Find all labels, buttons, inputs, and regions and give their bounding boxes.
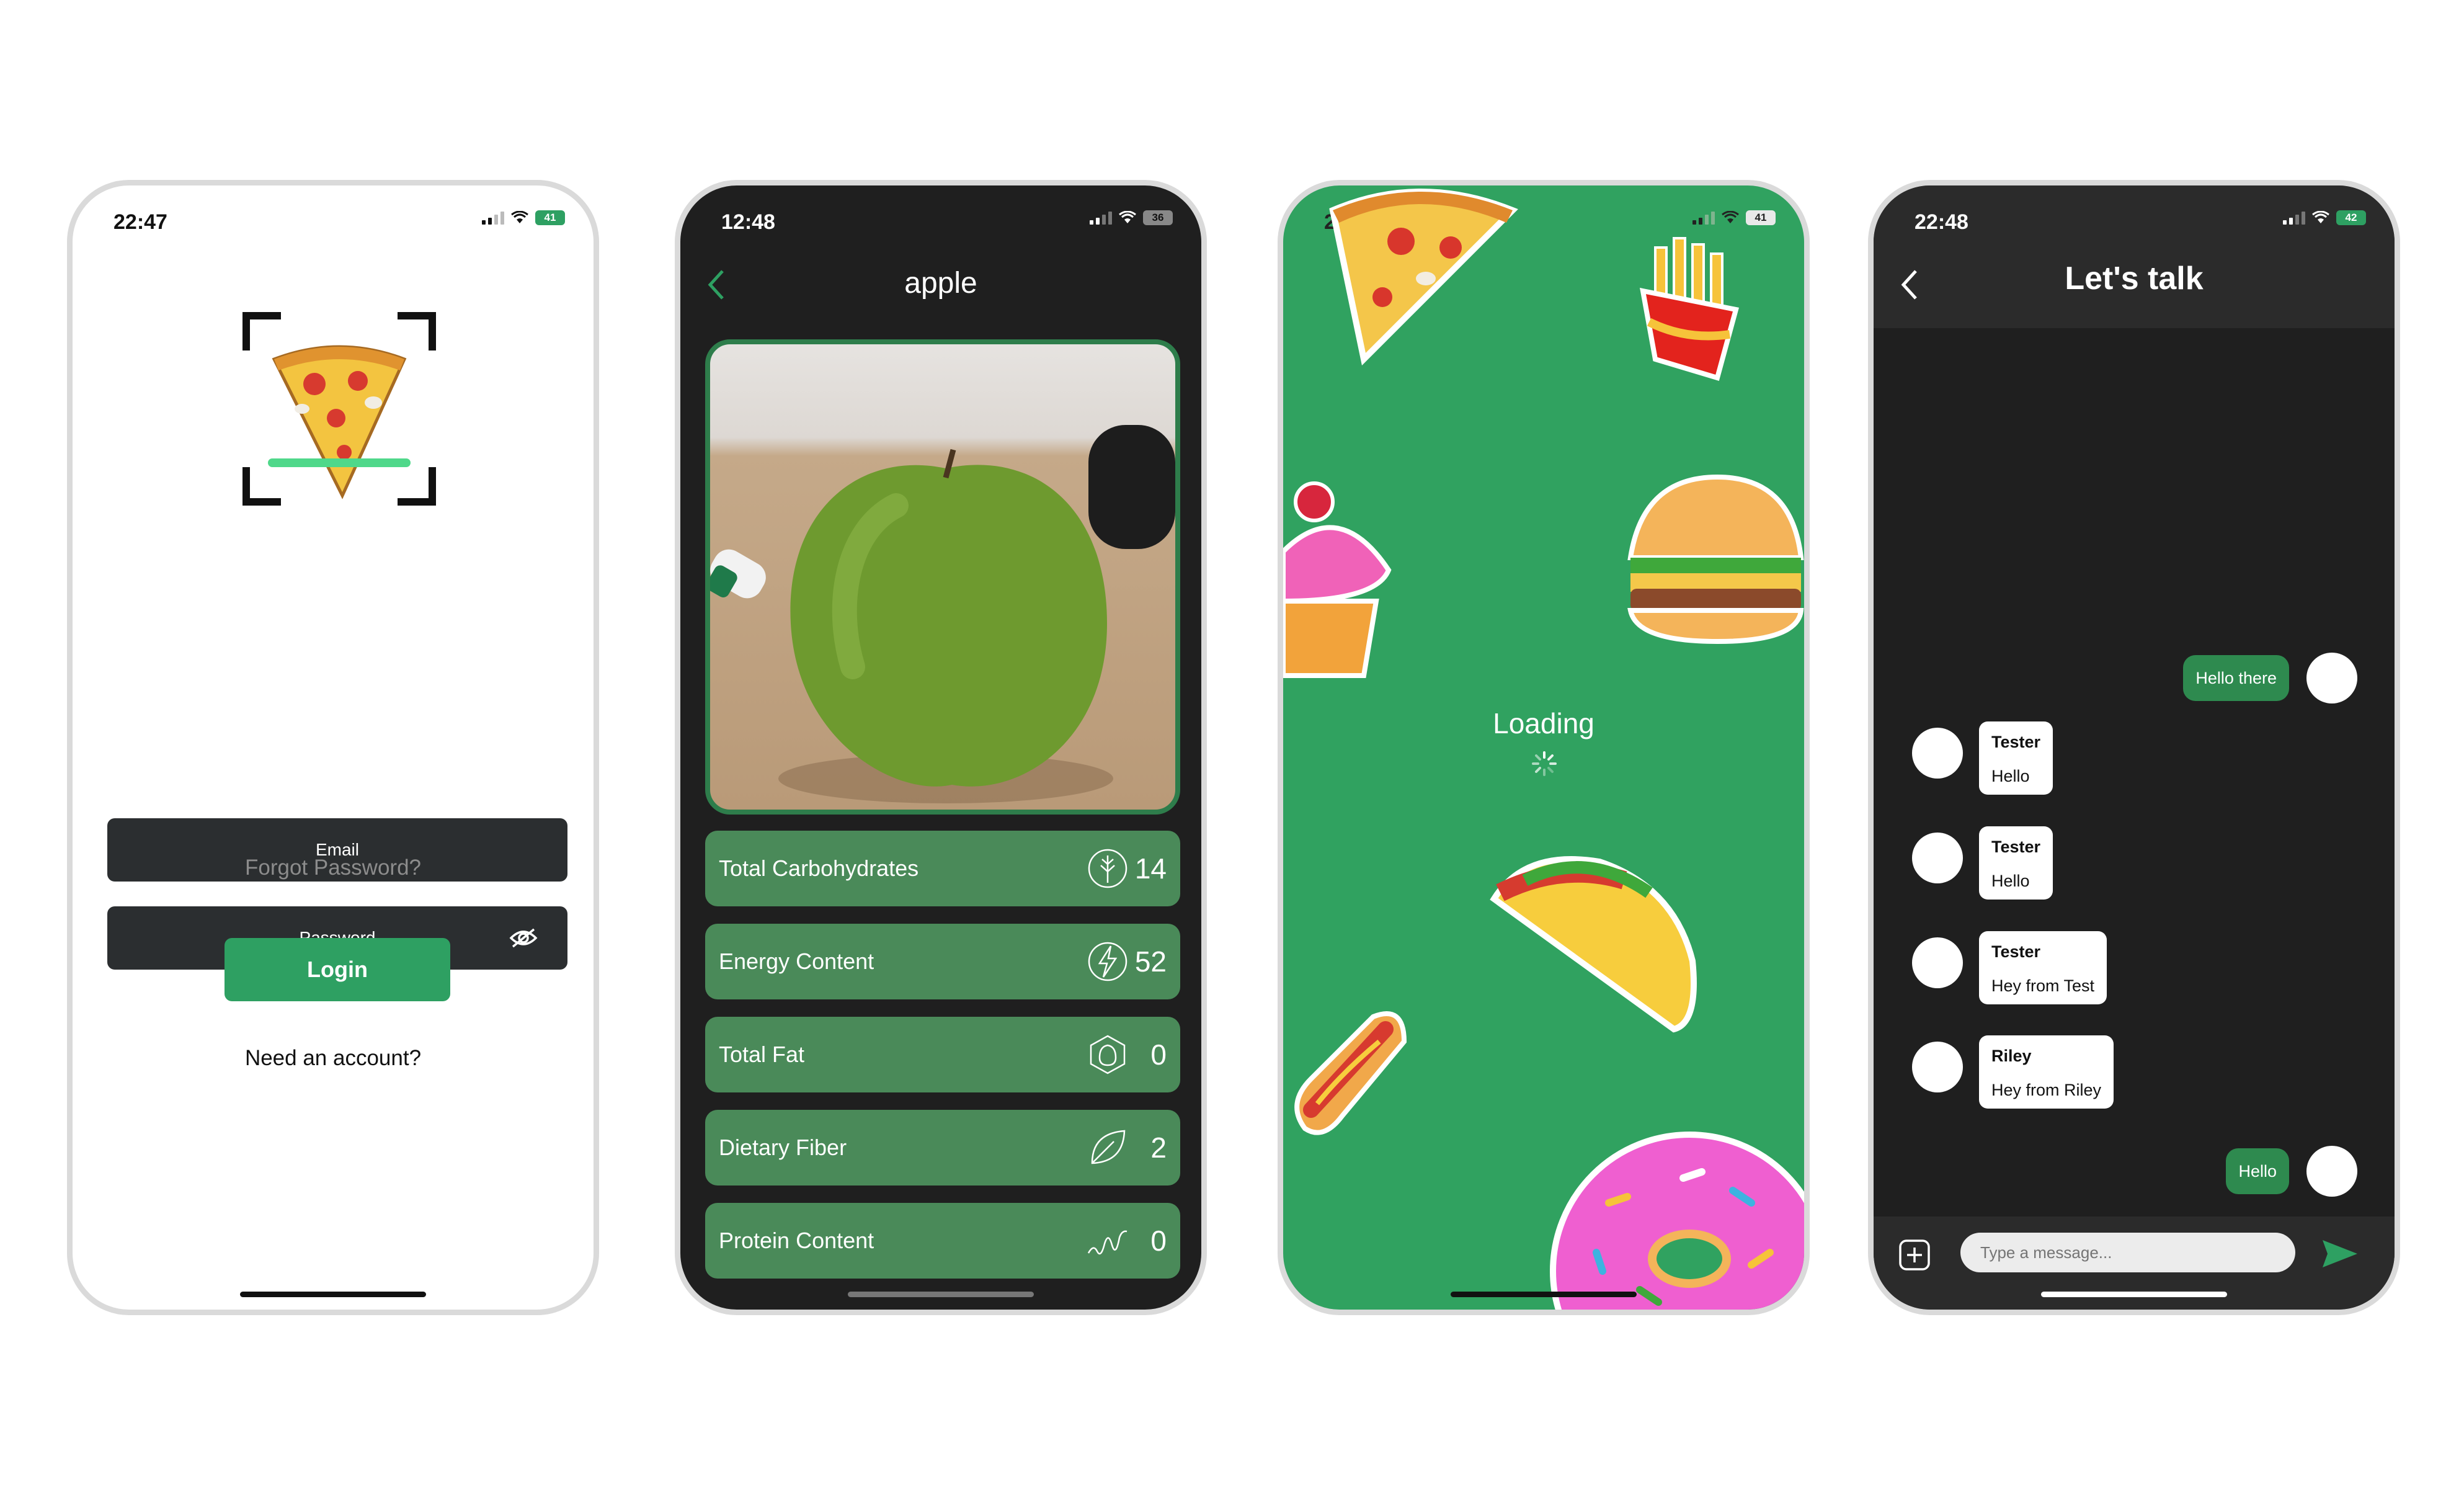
login-button[interactable]: Login — [225, 938, 450, 1001]
home-indicator — [240, 1292, 426, 1297]
wifi-icon — [511, 211, 528, 223]
home-indicator — [2041, 1292, 2227, 1297]
signal-icon — [1692, 211, 1715, 225]
pizza-sticker — [1329, 189, 1518, 365]
leaf-icon — [1091, 1130, 1126, 1164]
burger-sticker — [1627, 474, 1804, 645]
home-indicator — [1451, 1292, 1637, 1297]
grain-icon — [1088, 849, 1127, 888]
fries-sticker — [1640, 237, 1739, 382]
nutrient-label: Protein Content — [719, 1228, 874, 1253]
apple-image — [710, 425, 1175, 803]
cupcake-sticker — [1283, 481, 1392, 678]
need-account-link[interactable]: Need an account? — [73, 1046, 594, 1071]
sender-name: Riley — [1991, 1047, 2032, 1065]
nutrient-value: 0 — [1150, 1038, 1167, 1071]
battery-icon: 36 — [1143, 210, 1173, 225]
my-message-bubble: Hello there — [2183, 655, 2289, 701]
status-icons: 41 — [482, 210, 565, 225]
nutrient-label: Total Carbohydrates — [719, 855, 919, 881]
message-text: Hello — [1991, 767, 2030, 785]
status-time: 12:48 — [721, 210, 775, 234]
page-title: Let's talk — [2065, 261, 2204, 297]
wifi-icon — [1119, 211, 1136, 223]
send-icon[interactable] — [2321, 1238, 2359, 1270]
message-bubble: Tester Hello — [1979, 721, 2053, 795]
nutrient-row-fiber: Dietary Fiber 2 — [705, 1110, 1180, 1186]
message-text: Hello — [1991, 872, 2030, 890]
sender-name: Tester — [1991, 942, 2041, 961]
nutrient-label: Energy Content — [719, 949, 874, 974]
sender-name: Tester — [1991, 733, 2041, 751]
my-message-bubble: Hello — [2226, 1148, 2289, 1194]
status-bar: 22:48 42 — [1874, 185, 2395, 260]
chat-header: 22:48 42 Let's talk — [1874, 185, 2395, 328]
protein-icon — [1087, 1230, 1127, 1255]
hotdog-sticker — [1294, 1011, 1407, 1135]
spinner-icon — [1532, 751, 1557, 776]
avatar — [1912, 937, 1963, 988]
page-title: apple — [904, 267, 977, 300]
sender-name: Tester — [1991, 837, 2041, 856]
status-time: 22:47 — [113, 210, 167, 234]
signal-icon — [2283, 211, 2305, 225]
avatar — [2306, 653, 2357, 703]
message-text: Hey from Test — [1991, 976, 2095, 995]
message-text: Hello there — [2195, 669, 2277, 687]
loading-text: Loading — [1493, 707, 1594, 739]
taco-sticker — [1490, 856, 1697, 1033]
nutrient-value: 0 — [1150, 1225, 1167, 1257]
nutrient-value: 52 — [1134, 945, 1167, 978]
wifi-icon — [2312, 211, 2329, 223]
lightning-icon — [1088, 942, 1127, 981]
status-icons: 41 — [1692, 210, 1776, 225]
status-icons: 42 — [2283, 210, 2366, 225]
message-text: Hey from Riley — [1991, 1081, 2102, 1099]
login-screen: 22:47 41 Email Password Forgot Password?… — [67, 180, 599, 1315]
battery-icon: 42 — [2336, 210, 2366, 225]
add-attachment-icon[interactable] — [1898, 1239, 1931, 1271]
status-bar: 22:47 41 — [73, 185, 594, 260]
nutrient-row-energy: Energy Content 52 — [705, 924, 1180, 999]
message-bubble: Tester Hello — [1979, 826, 2053, 900]
status-bar: 12:48 36 — [680, 185, 1201, 260]
nutrition-screen: 12:48 36 apple Total Carbohydrates 14 En… — [675, 180, 1207, 1315]
wifi-icon — [1722, 211, 1739, 223]
loading-screen: 22:48 41 Loading — [1278, 180, 1810, 1315]
pizza-scan-logo — [242, 312, 436, 506]
nutrient-label: Dietary Fiber — [719, 1135, 847, 1160]
donut-sticker — [1550, 1132, 1804, 1310]
message-bubble: Tester Hey from Test — [1979, 931, 2107, 1004]
battery-icon: 41 — [1746, 210, 1776, 225]
status-icons: 36 — [1090, 210, 1173, 225]
eye-slash-icon[interactable] — [509, 927, 538, 949]
battery-icon: 41 — [535, 210, 565, 225]
chat-screen: 22:48 42 Let's talk Hello there Tester H… — [1868, 180, 2400, 1315]
nutrient-row-fat: Total Fat 0 — [705, 1017, 1180, 1092]
nutrient-row-carbohydrates: Total Carbohydrates 14 — [705, 831, 1180, 906]
message-text: Hello — [2238, 1162, 2277, 1181]
message-composer — [1874, 1217, 2395, 1310]
home-indicator — [848, 1292, 1034, 1297]
fat-drop-icon — [1090, 1035, 1126, 1074]
avatar — [1912, 728, 1963, 779]
forgot-password-link[interactable]: Forgot Password? — [73, 855, 594, 880]
avatar — [1912, 1042, 1963, 1092]
status-time: 22:48 — [1915, 210, 1968, 234]
message-bubble: Riley Hey from Riley — [1979, 1035, 2114, 1109]
nutrient-label: Total Fat — [719, 1042, 805, 1067]
food-photo — [705, 339, 1180, 815]
nutrient-value: 2 — [1150, 1132, 1167, 1164]
signal-icon — [1090, 211, 1112, 225]
nutrient-row-protein: Protein Content 0 — [705, 1203, 1180, 1279]
signal-icon — [482, 211, 504, 225]
message-input[interactable] — [1960, 1233, 2295, 1272]
avatar — [2306, 1146, 2357, 1197]
nutrient-value: 14 — [1134, 852, 1167, 885]
avatar — [1912, 833, 1963, 883]
